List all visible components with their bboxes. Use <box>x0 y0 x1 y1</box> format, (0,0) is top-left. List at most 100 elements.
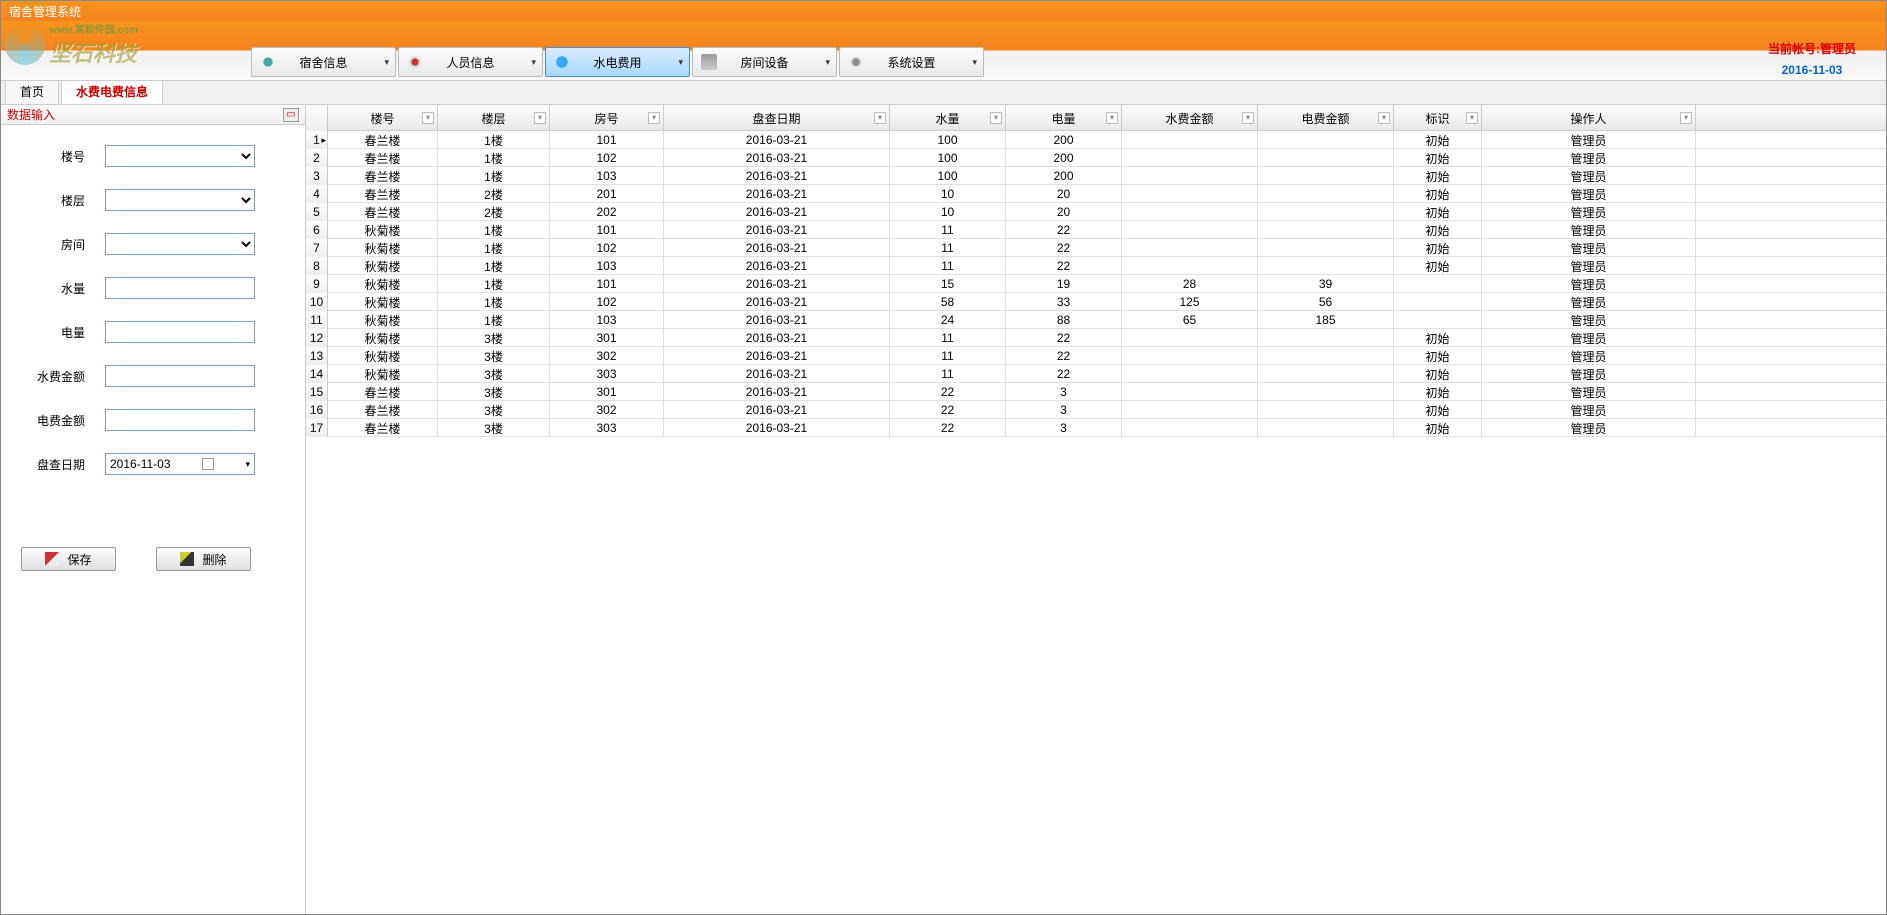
form-row-水费金额: 水费金额 <box>15 365 291 387</box>
tab-水费电费信息[interactable]: 水费电费信息 <box>61 78 163 104</box>
filter-icon[interactable]: ▾ <box>1242 112 1254 124</box>
row-number[interactable]: 3 <box>306 167 328 185</box>
filter-icon[interactable]: ▾ <box>422 112 434 124</box>
table-row[interactable]: 3春兰楼1楼1032016-03-21100200初始管理员 <box>306 167 1886 185</box>
input-form: 楼号楼层房间水量电量水费金额电费金额盘查日期2016-11-03▾ <box>1 125 305 517</box>
row-number[interactable]: 5 <box>306 203 328 221</box>
cell: 初始 <box>1394 257 1482 275</box>
save-button[interactable]: 保存 <box>21 547 116 571</box>
cell: 2016-03-21 <box>664 257 890 275</box>
field-水费金额[interactable] <box>105 365 255 387</box>
table-row[interactable]: 10秋菊楼1楼1022016-03-21583312556管理员 <box>306 293 1886 311</box>
row-number[interactable]: 17 <box>306 419 328 437</box>
row-number[interactable]: 6 <box>306 221 328 239</box>
field-楼层[interactable] <box>105 189 255 211</box>
cell: 11 <box>890 365 1006 383</box>
row-number[interactable]: 1 <box>306 131 328 149</box>
toolbar-sys[interactable]: 系统设置▾ <box>839 47 984 77</box>
field-电费金额[interactable] <box>105 409 255 431</box>
table-row[interactable]: 11秋菊楼1楼1032016-03-21248865185管理员 <box>306 311 1886 329</box>
row-number[interactable]: 13 <box>306 347 328 365</box>
col-header-楼层[interactable]: 楼层▾ <box>438 105 550 131</box>
filter-icon[interactable]: ▾ <box>648 112 660 124</box>
cell <box>1122 239 1258 257</box>
table-row[interactable]: 16春兰楼3楼3022016-03-21223初始管理员 <box>306 401 1886 419</box>
row-number[interactable]: 10 <box>306 293 328 311</box>
col-header-水费金额[interactable]: 水费金额▾ <box>1122 105 1258 131</box>
field-盘查日期[interactable]: 2016-11-03▾ <box>105 453 255 475</box>
table-row[interactable]: 1春兰楼1楼1012016-03-21100200初始管理员 <box>306 131 1886 149</box>
tab-首页[interactable]: 首页 <box>5 78 59 104</box>
cell: 1楼 <box>438 167 550 185</box>
col-header-水量[interactable]: 水量▾ <box>890 105 1006 131</box>
filter-icon[interactable]: ▾ <box>1680 112 1692 124</box>
data-grid: 楼号▾楼层▾房号▾盘查日期▾水量▾电量▾水费金额▾电费金额▾标识▾操作人▾ 1春… <box>306 105 1886 914</box>
filter-icon[interactable]: ▾ <box>1466 112 1478 124</box>
row-number[interactable]: 4 <box>306 185 328 203</box>
toolbar-equip[interactable]: 房间设备▾ <box>692 47 837 77</box>
row-number[interactable]: 15 <box>306 383 328 401</box>
cell <box>1122 167 1258 185</box>
toolbar-dorm[interactable]: 宿舍信息▾ <box>251 47 396 77</box>
row-number[interactable]: 11 <box>306 311 328 329</box>
cell: 管理员 <box>1482 239 1696 257</box>
cell: 春兰楼 <box>328 185 438 203</box>
table-row[interactable]: 8秋菊楼1楼1032016-03-211122初始管理员 <box>306 257 1886 275</box>
cell <box>1258 383 1394 401</box>
table-row[interactable]: 14秋菊楼3楼3032016-03-211122初始管理员 <box>306 365 1886 383</box>
cell: 管理员 <box>1482 311 1696 329</box>
field-水量[interactable] <box>105 277 255 299</box>
toolbar-staff[interactable]: 人员信息▾ <box>398 47 543 77</box>
row-number[interactable]: 7 <box>306 239 328 257</box>
cell: 管理员 <box>1482 221 1696 239</box>
cell <box>1122 131 1258 149</box>
filter-icon[interactable]: ▾ <box>1378 112 1390 124</box>
table-row[interactable]: 15春兰楼3楼3012016-03-21223初始管理员 <box>306 383 1886 401</box>
cell <box>1394 311 1482 329</box>
filter-icon[interactable]: ▾ <box>534 112 546 124</box>
cell <box>1122 203 1258 221</box>
row-number[interactable]: 9 <box>306 275 328 293</box>
field-房间[interactable] <box>105 233 255 255</box>
filter-icon[interactable]: ▾ <box>874 112 886 124</box>
cell: 100 <box>890 149 1006 167</box>
row-number[interactable]: 14 <box>306 365 328 383</box>
row-number[interactable]: 12 <box>306 329 328 347</box>
table-row[interactable]: 6秋菊楼1楼1012016-03-211122初始管理员 <box>306 221 1886 239</box>
row-number[interactable]: 16 <box>306 401 328 419</box>
toolbar-util[interactable]: 水电费用▾ <box>545 47 690 77</box>
cell: 11 <box>890 257 1006 275</box>
col-header-操作人[interactable]: 操作人▾ <box>1482 105 1696 131</box>
col-header-盘查日期[interactable]: 盘查日期▾ <box>664 105 890 131</box>
delete-icon <box>180 552 194 566</box>
table-row[interactable]: 5春兰楼2楼2022016-03-211020初始管理员 <box>306 203 1886 221</box>
cell: 初始 <box>1394 221 1482 239</box>
col-header-标识[interactable]: 标识▾ <box>1394 105 1482 131</box>
panel-header: 数据输入 ▭ <box>1 105 305 125</box>
col-header-电费金额[interactable]: 电费金额▾ <box>1258 105 1394 131</box>
filter-icon[interactable]: ▾ <box>1106 112 1118 124</box>
col-header-电量[interactable]: 电量▾ <box>1006 105 1122 131</box>
account-label: 当前帐号:管理员 <box>1768 40 1856 57</box>
table-row[interactable]: 7秋菊楼1楼1022016-03-211122初始管理员 <box>306 239 1886 257</box>
delete-button[interactable]: 删除 <box>156 547 251 571</box>
table-row[interactable]: 2春兰楼1楼1022016-03-21100200初始管理员 <box>306 149 1886 167</box>
cell: 56 <box>1258 293 1394 311</box>
cell: 管理员 <box>1482 401 1696 419</box>
field-label: 水费金额 <box>15 368 105 385</box>
table-row[interactable]: 4春兰楼2楼2012016-03-211020初始管理员 <box>306 185 1886 203</box>
filter-icon[interactable]: ▾ <box>990 112 1002 124</box>
logo-url: www.某软件园.com <box>49 21 138 36</box>
table-row[interactable]: 13秋菊楼3楼3022016-03-211122初始管理员 <box>306 347 1886 365</box>
col-header-楼号[interactable]: 楼号▾ <box>328 105 438 131</box>
field-楼号[interactable] <box>105 145 255 167</box>
field-电量[interactable] <box>105 321 255 343</box>
col-header-房号[interactable]: 房号▾ <box>550 105 664 131</box>
cell: 秋菊楼 <box>328 293 438 311</box>
row-number[interactable]: 2 <box>306 149 328 167</box>
table-row[interactable]: 9秋菊楼1楼1012016-03-2115192839管理员 <box>306 275 1886 293</box>
panel-collapse-button[interactable]: ▭ <box>283 108 299 122</box>
table-row[interactable]: 12秋菊楼3楼3012016-03-211122初始管理员 <box>306 329 1886 347</box>
table-row[interactable]: 17春兰楼3楼3032016-03-21223初始管理员 <box>306 419 1886 437</box>
row-number[interactable]: 8 <box>306 257 328 275</box>
